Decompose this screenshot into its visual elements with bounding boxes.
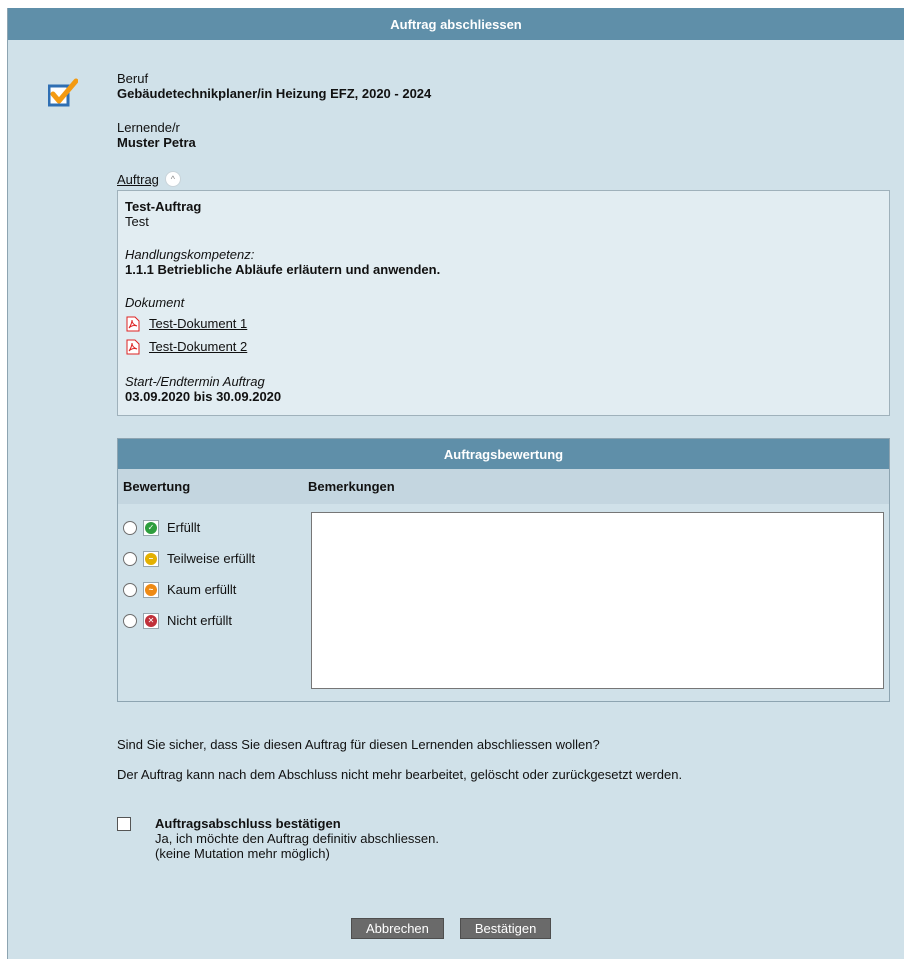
confirm-checkbox[interactable] xyxy=(117,817,131,831)
rating-label: Teilweise erfüllt xyxy=(167,551,256,566)
confirm-question: Sind Sie sicher, dass Sie diesen Auftrag… xyxy=(117,737,600,752)
auftrag-name: Test-Auftrag xyxy=(125,199,202,214)
dialog: Auftrag abschliessen Beruf Gebäudetechni… xyxy=(7,8,904,959)
auftrag-toggle: Auftrag ^ xyxy=(117,171,181,187)
dialog-title: Auftrag abschliessen xyxy=(8,8,904,40)
auftragsbewertung-panel: Auftragsbewertung Bewertung Bemerkungen … xyxy=(117,438,890,702)
rating-label: Erfüllt xyxy=(167,520,201,535)
rating-option-nicht[interactable]: ✕ Nicht erfüllt xyxy=(123,605,255,636)
rating-options: ✓ Erfüllt – Teilweise erfüllt ~ Kaum erf… xyxy=(123,512,255,636)
confirm-checkbox-line2: (keine Mutation mehr möglich) xyxy=(155,846,330,861)
lernende-section: Lernende/r Muster Petra xyxy=(117,120,196,150)
document-link[interactable]: Test-Dokument 1 xyxy=(125,314,882,333)
wave-circle-icon: ~ xyxy=(143,581,159,598)
auftragsbewertung-title: Auftragsbewertung xyxy=(118,439,889,469)
document-link-text[interactable]: Test-Dokument 2 xyxy=(149,339,247,354)
confirm-checkbox-line1: Ja, ich möchte den Auftrag definitiv abs… xyxy=(155,831,439,846)
termin-value: 03.09.2020 bis 30.09.2020 xyxy=(125,389,282,404)
bemerkungen-column-header: Bemerkungen xyxy=(308,479,395,494)
kompetenz-label: Handlungskompetenz: xyxy=(125,247,255,262)
checkbox-checked-icon xyxy=(48,78,78,107)
bewertung-column-header: Bewertung xyxy=(123,479,191,494)
confirm-warning: Der Auftrag kann nach dem Abschluss nich… xyxy=(117,767,683,782)
eval-column-headers: Bewertung Bemerkungen xyxy=(118,469,889,504)
rating-radio[interactable] xyxy=(123,582,137,597)
pdf-icon xyxy=(126,339,140,354)
rating-radio[interactable] xyxy=(123,613,137,628)
confirm-checkbox-title: Auftragsabschluss bestätigen xyxy=(155,816,341,831)
confirm-checkbox-text: Auftragsabschluss bestätigen Ja, ich möc… xyxy=(155,816,439,861)
auftrag-link[interactable]: Auftrag xyxy=(117,172,159,187)
eval-body: ✓ Erfüllt – Teilweise erfüllt ~ Kaum erf… xyxy=(118,504,889,701)
beruf-label: Beruf xyxy=(117,71,149,86)
rating-radio[interactable] xyxy=(123,551,137,566)
rating-option-teilweise[interactable]: – Teilweise erfüllt xyxy=(123,543,255,574)
lernende-label: Lernende/r xyxy=(117,120,180,135)
beruf-value: Gebäudetechnikplaner/in Heizung EFZ, 202… xyxy=(117,86,432,101)
bemerkungen-textarea[interactable] xyxy=(311,512,884,689)
auftrag-details: Test-Auftrag Test Handlungskompetenz: 1.… xyxy=(117,190,890,416)
auftrag-description: Test xyxy=(125,214,149,229)
rating-radio[interactable] xyxy=(123,520,137,535)
rating-option-kaum[interactable]: ~ Kaum erfüllt xyxy=(123,574,255,605)
check-circle-icon: ✓ xyxy=(143,519,159,536)
kompetenz-value: 1.1.1 Betriebliche Abläufe erläutern und… xyxy=(125,262,441,277)
confirm-button[interactable]: Bestätigen xyxy=(459,918,552,939)
termin-label: Start-/Endtermin Auftrag xyxy=(125,374,265,389)
document-link[interactable]: Test-Dokument 2 xyxy=(125,337,882,356)
rating-option-erfuellt[interactable]: ✓ Erfüllt xyxy=(123,512,255,543)
x-circle-icon: ✕ xyxy=(143,612,159,629)
beruf-section: Beruf Gebäudetechnikplaner/in Heizung EF… xyxy=(117,71,431,101)
confirm-checkbox-row[interactable]: Auftragsabschluss bestätigen Ja, ich möc… xyxy=(117,816,439,861)
pdf-icon xyxy=(126,316,140,331)
rating-label: Nicht erfüllt xyxy=(167,613,233,628)
cancel-button[interactable]: Abbrechen xyxy=(351,918,444,939)
chevron-up-icon[interactable]: ^ xyxy=(164,171,181,187)
minus-circle-icon: – xyxy=(143,550,159,567)
lernende-value: Muster Petra xyxy=(117,135,196,150)
button-row: Abbrechen Bestätigen xyxy=(351,918,552,939)
document-link-text[interactable]: Test-Dokument 1 xyxy=(149,316,247,331)
rating-label: Kaum erfüllt xyxy=(167,582,237,597)
dokument-label: Dokument xyxy=(125,295,185,310)
